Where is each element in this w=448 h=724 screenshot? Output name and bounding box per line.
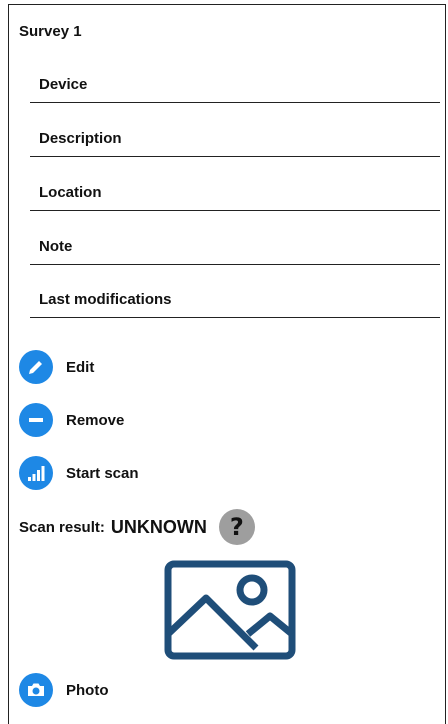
field-location[interactable]: Location <box>30 184 440 211</box>
minus-icon <box>19 403 53 437</box>
image-placeholder-icon <box>164 560 296 665</box>
field-label: Device <box>39 76 88 93</box>
field-label: Location <box>39 184 102 201</box>
question-icon: ? <box>218 509 255 545</box>
camera-icon <box>19 673 53 707</box>
survey-title: Survey 1 <box>19 23 82 40</box>
signal-bars-icon <box>19 456 53 490</box>
photo-button[interactable]: Photo <box>19 673 109 707</box>
field-description[interactable]: Description <box>30 130 440 157</box>
field-label: Description <box>39 130 122 147</box>
scan-result-label: Scan result: <box>19 518 105 536</box>
scan-result-value: UNKNOWN <box>110 516 207 537</box>
start-scan-label: Start scan <box>66 464 139 482</box>
scan-result: Scan result: UNKNOWN ? <box>19 509 255 545</box>
field-last-modifications[interactable]: Last modifications <box>30 291 440 318</box>
start-scan-button[interactable]: Start scan <box>19 456 139 490</box>
remove-button[interactable]: Remove <box>19 403 124 437</box>
remove-label: Remove <box>66 411 125 429</box>
field-note[interactable]: Note <box>30 238 440 265</box>
photo-label: Photo <box>66 681 109 699</box>
pencil-icon <box>19 350 53 384</box>
field-label: Note <box>39 238 73 255</box>
edit-button[interactable]: Edit <box>19 350 94 384</box>
field-label: Last modifications <box>39 291 172 308</box>
edit-label: Edit <box>66 358 95 376</box>
field-device[interactable]: Device <box>30 76 440 103</box>
